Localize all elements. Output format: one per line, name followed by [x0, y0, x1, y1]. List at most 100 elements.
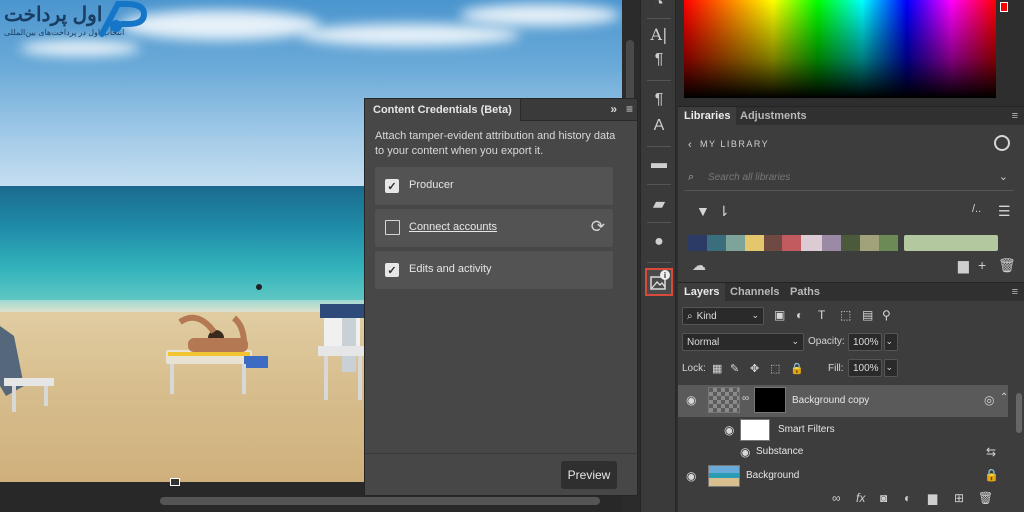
- new-layer-icon[interactable]: ⊞: [954, 491, 964, 505]
- color-swatch[interactable]: [782, 235, 802, 251]
- lock-artboard-icon[interactable]: ⬚: [770, 362, 780, 375]
- group-folder-icon[interactable]: ▆: [928, 491, 937, 505]
- color-swatch[interactable]: [725, 235, 745, 251]
- content-credentials-icon[interactable]: i: [645, 268, 673, 296]
- connect-accounts-link[interactable]: Connect accounts: [409, 221, 497, 233]
- add-icon[interactable]: +: [978, 257, 986, 273]
- divider: [647, 18, 671, 19]
- scroll-thumb[interactable]: [1016, 393, 1022, 433]
- lock-row: Lock: ▦ ✎ ✥ ⬚ 🔒 Fill: 100% ⌄: [682, 359, 1022, 379]
- color-swatch[interactable]: [801, 235, 823, 251]
- link-icon[interactable]: ∞: [742, 393, 749, 404]
- comments-icon[interactable]: ▰: [645, 192, 673, 216]
- filter-toggle-icon[interactable]: ⚲: [882, 308, 891, 322]
- double-chevron-right-icon[interactable]: »: [610, 102, 617, 116]
- history-icon[interactable]: ◔: [645, 0, 673, 16]
- character-icon[interactable]: A|: [645, 22, 673, 46]
- horizontal-scrollbar[interactable]: [160, 497, 600, 505]
- shape-filter-icon[interactable]: ⬚: [840, 308, 851, 322]
- type-filter-icon[interactable]: T: [818, 308, 825, 322]
- smart-object-filter-icon[interactable]: ▤: [862, 308, 873, 322]
- edits-activity-row[interactable]: ✓ Edits and activity: [375, 251, 613, 289]
- back-chevron-icon[interactable]: ‹: [688, 139, 692, 151]
- eye-icon[interactable]: ◉: [686, 393, 696, 407]
- right-panel-dock: Libraries Adjustments ≡ ‹ MY LIBRARY ⌕ S…: [676, 0, 1024, 512]
- color-swatch[interactable]: [706, 235, 726, 251]
- layers-scrollbar[interactable]: [1014, 383, 1024, 483]
- layer-smart-filters[interactable]: ◉ Smart Filters: [678, 417, 1008, 443]
- filter-options-icon[interactable]: ⇆: [986, 445, 996, 459]
- folder-icon[interactable]: ▆: [958, 257, 969, 274]
- layer-substance[interactable]: ◉ Substance ⇆: [678, 443, 1008, 461]
- color-swatch[interactable]: [840, 235, 860, 251]
- color-swatch[interactable]: [763, 235, 783, 251]
- adjustment-filter-icon[interactable]: ◐: [796, 308, 803, 322]
- connect-accounts-row[interactable]: Connect accounts ⟳: [375, 209, 613, 247]
- lock-position-icon[interactable]: ✥: [750, 362, 759, 375]
- library-search[interactable]: ⌕ Search all libraries ⌄: [684, 165, 1014, 191]
- chevron-up-icon[interactable]: ⌃: [1000, 392, 1008, 403]
- panel-menu-icon[interactable]: ≡: [1012, 286, 1018, 298]
- library-title: MY LIBRARY: [700, 139, 770, 149]
- color-swatch[interactable]: [822, 235, 841, 251]
- layer-background-copy[interactable]: ◉ ∞ Background copy ◎ ⌃: [678, 385, 1008, 417]
- tab-content-credentials[interactable]: Content Credentials (Beta): [365, 99, 521, 121]
- trash-icon[interactable]: 🗑: [998, 257, 1016, 274]
- tab-adjustments[interactable]: Adjustments: [734, 107, 813, 125]
- color-swatch[interactable]: [859, 235, 879, 251]
- divider: [365, 453, 637, 454]
- adjustment-layer-icon[interactable]: ◐: [904, 491, 911, 505]
- add-mask-icon[interactable]: ◙: [880, 491, 887, 505]
- panel-menu-icon[interactable]: ≡: [1012, 110, 1018, 122]
- chevron-down-icon[interactable]: ⌄: [999, 170, 1008, 183]
- blend-mode-select[interactable]: Normal ⌄: [682, 333, 804, 351]
- fill-dropdown[interactable]: ⌄: [884, 359, 898, 377]
- toolbox-icon[interactable]: ▬: [645, 152, 673, 176]
- panel-menu-icon[interactable]: ≡: [626, 102, 633, 116]
- lock-image-icon[interactable]: ✎: [730, 362, 739, 375]
- transform-handle[interactable]: [170, 478, 180, 486]
- color-swatches[interactable]: [688, 235, 998, 251]
- color-spectrum-picker[interactable]: [684, 0, 996, 98]
- tab-paths[interactable]: Paths: [784, 283, 826, 301]
- paragraph-icon[interactable]: ¶: [645, 48, 673, 72]
- checkbox-checked-icon[interactable]: ✓: [385, 263, 399, 277]
- color-sphere-icon[interactable]: ●: [645, 230, 673, 254]
- checkbox-checked-icon[interactable]: ✓: [385, 179, 399, 193]
- opacity-dropdown[interactable]: ⌄: [884, 333, 898, 351]
- trash-icon[interactable]: 🗑: [978, 491, 993, 505]
- paragraph-styles-icon[interactable]: ¶: [645, 88, 673, 112]
- kind-filter-select[interactable]: ⌕ Kind ⌄: [682, 307, 764, 325]
- hue-handle[interactable]: [1000, 2, 1008, 12]
- hue-slider[interactable]: [1000, 0, 1008, 98]
- character-styles-icon[interactable]: A: [645, 114, 673, 138]
- list-view-icon[interactable]: ☰: [998, 203, 1011, 220]
- layer-name: Background: [746, 470, 800, 481]
- preview-button[interactable]: Preview: [561, 461, 617, 489]
- eye-icon[interactable]: ◉: [740, 445, 750, 459]
- color-swatch[interactable]: [688, 235, 707, 251]
- tab-layers[interactable]: Layers: [678, 283, 726, 301]
- eye-icon[interactable]: ◉: [686, 469, 696, 483]
- tab-channels[interactable]: Channels: [724, 283, 786, 301]
- layer-background[interactable]: ◉ Background 🔒: [678, 463, 1008, 489]
- tab-libraries[interactable]: Libraries: [678, 107, 737, 125]
- lock-transparency-icon[interactable]: ▦: [712, 362, 722, 375]
- color-swatch[interactable]: [903, 235, 998, 251]
- pixel-filter-icon[interactable]: ▣: [774, 308, 785, 322]
- producer-row[interactable]: ✓ Producer: [375, 167, 613, 205]
- fill-input[interactable]: 100%: [848, 359, 882, 377]
- color-swatch[interactable]: [744, 235, 764, 251]
- eye-icon[interactable]: ◉: [724, 423, 734, 437]
- filter-icon[interactable]: ▼: [696, 203, 710, 219]
- sort-icon[interactable]: ⇂: [718, 203, 730, 220]
- slash-view-icon[interactable]: /..: [972, 203, 981, 215]
- fx-icon[interactable]: fx: [856, 491, 865, 505]
- refresh-icon[interactable]: ⟳: [591, 217, 605, 237]
- link-layers-icon[interactable]: ∞: [832, 491, 841, 505]
- lock-all-icon[interactable]: 🔒: [790, 362, 804, 375]
- opacity-input[interactable]: 100%: [848, 333, 882, 351]
- user-icon[interactable]: [994, 135, 1010, 151]
- swimmer: [256, 284, 262, 290]
- color-swatch[interactable]: [878, 235, 898, 251]
